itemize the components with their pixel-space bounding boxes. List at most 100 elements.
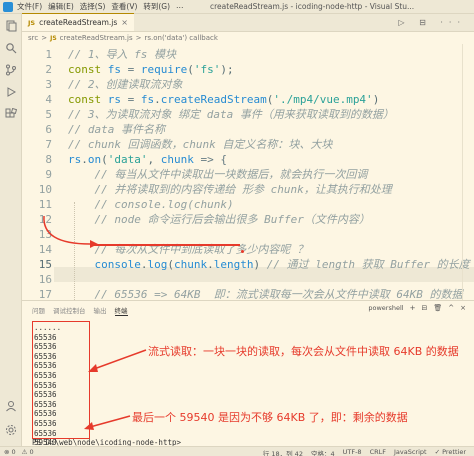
account-icon[interactable]: [5, 400, 17, 412]
extensions-icon[interactable]: [5, 108, 17, 120]
warnings-count[interactable]: ⚠ 0: [22, 448, 34, 456]
close-icon[interactable]: ×: [121, 18, 128, 27]
line-number: 7: [45, 138, 52, 151]
code-token: .: [154, 93, 161, 106]
code-token: console: [94, 258, 141, 271]
trash-icon[interactable]: 🗑: [433, 304, 442, 312]
code-line[interactable]: 1 // 1、导入 fs 模块: [22, 47, 462, 62]
terminal-line: 65536: [34, 342, 57, 352]
editor-scrollbar[interactable]: [462, 44, 474, 300]
breadcrumb-symbol[interactable]: rs.on('data') callback: [145, 34, 218, 42]
close-panel-icon[interactable]: ×: [460, 304, 466, 312]
code-token: // 并将读取到的内容传递给 形参 chunk，让其执行和处理: [94, 183, 392, 196]
menu-go[interactable]: 转到(G): [143, 1, 170, 12]
indentation[interactable]: 空格：4: [311, 448, 335, 456]
encoding[interactable]: UTF-8: [343, 448, 362, 456]
vscode-logo-icon: [3, 1, 13, 12]
code-token: =: [121, 63, 141, 76]
code-text: // 2、创建读取流对象: [68, 77, 183, 92]
tab-output[interactable]: 输出: [94, 305, 107, 316]
code-line[interactable]: 6 // data 事件名称: [22, 122, 462, 137]
code-line[interactable]: 2 const fs = require('fs');: [22, 62, 462, 77]
split-terminal-icon[interactable]: ⊟: [421, 304, 427, 312]
code-token: ): [372, 93, 380, 106]
code-token: );: [220, 63, 234, 76]
editor-tab-bar: JS createReadStream.js × ▷ ⊟ ···: [22, 13, 474, 32]
prettier-status[interactable]: ✓ Prettier: [435, 448, 466, 456]
line-number: 9: [45, 168, 52, 181]
source-control-icon[interactable]: [5, 64, 17, 76]
line-ending[interactable]: CRLF: [370, 448, 386, 456]
tab-label: createReadStream.js: [39, 18, 118, 27]
line-number: 15: [38, 258, 52, 271]
tab-createreadstream[interactable]: JS createReadStream.js ×: [22, 13, 134, 31]
tab-problems[interactable]: 问题: [32, 305, 45, 316]
code-line[interactable]: 16: [22, 272, 462, 287]
code-line[interactable]: 4 const rs = fs.createReadStream('./mp4/v…: [22, 92, 462, 107]
code-line[interactable]: 3 // 2、创建读取流对象: [22, 77, 462, 92]
line-number: 2: [45, 63, 52, 76]
code-token: createReadStream: [160, 93, 267, 106]
menu-view[interactable]: 查看(V): [111, 1, 137, 12]
menu-edit[interactable]: 编辑(E): [48, 1, 74, 12]
terminal-line: ......: [34, 323, 62, 332]
code-editor[interactable]: 1// 1、导入 fs 模块 2 const fs = require('fs');…: [22, 44, 474, 342]
code-text: // chunk 回调函数，chunk 自定义名称：块、大块: [68, 137, 332, 152]
editor-actions[interactable]: ▷ ⊟ ···: [398, 18, 466, 27]
status-right: 行 18，列 42 空格：4 UTF-8 CRLF JavaScript ✓ P…: [263, 448, 466, 456]
annotation-text-bottom: 最后一个 59540 是因为不够 64KB 了，即：剩余的数据: [132, 411, 408, 424]
cursor-position[interactable]: 行 18，列 42: [263, 448, 303, 456]
terminal-output[interactable]: ...... 65536 65536 65536 65536 65536 655…: [34, 323, 61, 448]
line-number: 10: [38, 183, 52, 196]
run-debug-icon[interactable]: [5, 86, 17, 98]
terminal-line: 65536: [34, 428, 57, 438]
code-token: // console.log(chunk): [94, 198, 234, 211]
annotation-underline: [92, 244, 240, 246]
code-line[interactable]: 10 // 并将读取到的内容传递给 形参 chunk，让其执行和处理: [22, 182, 462, 197]
breadcrumb-folder[interactable]: src: [28, 34, 38, 42]
code-text: // 1、导入 fs 模块: [68, 47, 176, 62]
breadcrumb-file[interactable]: createReadStream.js: [60, 34, 133, 42]
code-token: // chunk 回调函数，chunk 自定义名称：块、大块: [68, 138, 333, 151]
tab-terminal[interactable]: 终端: [114, 305, 128, 316]
errors-count[interactable]: ⊗ 0: [4, 448, 16, 456]
panel-tabs: 问题 调试控制台 输出 终端: [32, 305, 128, 316]
explorer-icon[interactable]: [5, 20, 17, 32]
activity-bar: [0, 14, 22, 456]
language-mode[interactable]: JavaScript: [394, 448, 427, 456]
code-token: 'fs': [193, 63, 221, 76]
terminal-shell-select[interactable]: powershell: [368, 304, 403, 312]
code-line[interactable]: 8 rs.on('data', chunk => {: [22, 152, 462, 167]
panel-actions: powershell + ⊟ 🗑 ^ ×: [368, 304, 466, 312]
code-token: fs: [140, 93, 155, 106]
maximize-panel-icon[interactable]: ^: [448, 304, 454, 312]
code-token: require: [140, 63, 188, 76]
code-token: chunk: [160, 153, 194, 166]
code-line[interactable]: 15 console.log(chunk.length) // 通过 lengt…: [22, 257, 470, 272]
tab-debug-console[interactable]: 调试控制台: [53, 305, 86, 316]
settings-gear-icon[interactable]: [5, 424, 17, 436]
line-number: 8: [45, 153, 52, 166]
menu-more[interactable]: …: [176, 1, 184, 12]
menu-selection[interactable]: 选择(S): [80, 1, 106, 12]
terminal-line: 65536: [34, 390, 57, 400]
code-token: // node 命令运行后会输出很多 Buffer（文件内容）: [94, 213, 370, 226]
code-line[interactable]: 7 // chunk 回调函数，chunk 自定义名称：块、大块: [22, 137, 462, 152]
code-line[interactable]: 9 // 每当从文件中读取出一块数据后，就会执行一次回调: [22, 167, 462, 182]
new-terminal-icon[interactable]: +: [410, 304, 416, 312]
terminal-line: 65536: [34, 332, 57, 342]
code-token: => {: [193, 153, 227, 166]
code-text: console.log(chunk.length) // 通过 length 获…: [68, 257, 470, 272]
code-line[interactable]: 5 // 3、为读取流对象 绑定 data 事件（用来获取读取到的数据）: [22, 107, 462, 122]
menu-file[interactable]: 文件(F): [17, 1, 42, 12]
breadcrumb: src > JS createReadStream.js > rs.on('da…: [28, 32, 218, 44]
terminal-line: 65536: [34, 418, 57, 428]
code-token: const: [68, 63, 102, 76]
status-bar: ⊗ 0 ⚠ 0 行 18，列 42 空格：4 UTF-8 CRLF JavaSc…: [0, 446, 474, 456]
search-icon[interactable]: [5, 42, 17, 54]
